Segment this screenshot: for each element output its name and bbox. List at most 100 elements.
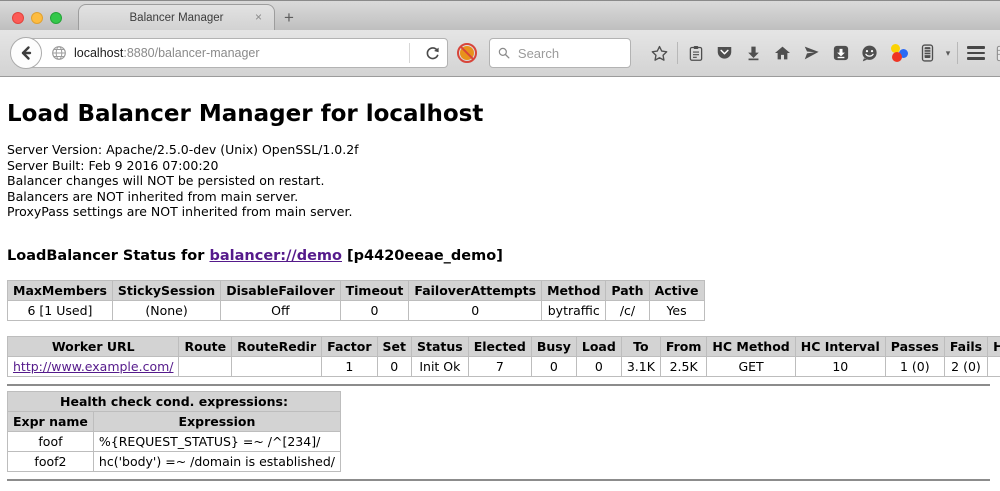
loadbalancer-status-heading: LoadBalancer Status for balancer://demo …: [7, 248, 992, 264]
back-button[interactable]: [10, 37, 42, 69]
col-fails: Fails: [944, 336, 987, 356]
bottom-divider: [7, 479, 990, 481]
search-input[interactable]: [516, 45, 622, 62]
col-expression: Expression: [93, 411, 340, 431]
col-load: Load: [576, 336, 621, 356]
health-table-row-foof2: foof2 hc('body') =~ /domain is establish…: [8, 451, 341, 471]
col-expr-name: Expr name: [8, 411, 94, 431]
col-active: Active: [649, 280, 704, 300]
col-passes: Passes: [885, 336, 944, 356]
home-icon: [773, 44, 792, 62]
cell-from: 2.5K: [660, 356, 707, 376]
col-stickysession: StickySession: [112, 280, 220, 300]
menu-button[interactable]: [961, 38, 990, 68]
worker-url-link[interactable]: http://www.example.com/: [13, 359, 173, 374]
clipboard-icon: [687, 44, 705, 63]
status-prefix: LoadBalancer Status for: [7, 248, 209, 264]
extension-dropdown-caret[interactable]: ▾: [942, 38, 954, 68]
health-table-title-row: Health check cond. expressions:: [8, 391, 341, 411]
col-elected: Elected: [468, 336, 531, 356]
three-dots-icon: [889, 43, 909, 63]
close-window-button[interactable]: [12, 12, 24, 24]
cell-expression: %{REQUEST_STATUS} =~ /^[234]/: [93, 431, 340, 451]
downloads-button[interactable]: [739, 38, 768, 68]
cell-busy: 0: [531, 356, 576, 376]
worker-table: Worker URL Route RouteRedir Factor Set S…: [7, 336, 1000, 377]
col-hc-interval: HC Interval: [795, 336, 885, 356]
tab-balancer-manager[interactable]: Balancer Manager ×: [78, 4, 275, 30]
new-tab-button[interactable]: +: [284, 8, 294, 28]
health-check-table: Health check cond. expressions: Expr nam…: [7, 391, 341, 472]
close-tab-icon[interactable]: ×: [255, 11, 262, 23]
reading-list-button[interactable]: [681, 38, 710, 68]
search-bar[interactable]: [489, 38, 631, 68]
cell-routeredir: [232, 356, 322, 376]
cell-disablefailover: Off: [221, 300, 340, 320]
persist-note-line: Balancer changes will NOT be persisted o…: [7, 173, 992, 189]
toolbar-divider: [677, 42, 678, 64]
inherit-note-line: Balancers are NOT inherited from main se…: [7, 189, 992, 205]
download-manager-button[interactable]: [826, 38, 855, 68]
worker-table-data-row: http://www.example.com/ 1 0 Init Ok 7 0 …: [8, 356, 1000, 376]
plugin-blocked-icon[interactable]: [456, 42, 478, 64]
cell-fails: 2 (0): [944, 356, 987, 376]
server-built-line: Server Built: Feb 9 2016 07:00:20: [7, 158, 992, 174]
cell-hc-interval: 10: [795, 356, 885, 376]
send-page-button[interactable]: [797, 38, 826, 68]
back-arrow-icon: [18, 45, 34, 61]
col-timeout: Timeout: [340, 280, 409, 300]
cell-method: bytraffic: [542, 300, 606, 320]
cell-expr-name: foof2: [8, 451, 94, 471]
pocket-icon: [715, 44, 734, 62]
globe-icon: [51, 45, 67, 61]
colored-dots-extension-button[interactable]: [884, 38, 913, 68]
status-suffix: [p4420eeae_demo]: [342, 248, 503, 264]
messenger-button[interactable]: [855, 38, 884, 68]
col-hc-uri: HC uri: [988, 336, 1000, 356]
col-maxmembers: MaxMembers: [8, 280, 113, 300]
sidebar-extension-button[interactable]: [990, 38, 1000, 68]
cell-set: 0: [377, 356, 411, 376]
reload-button[interactable]: [417, 46, 447, 61]
health-table-title: Health check cond. expressions:: [8, 391, 341, 411]
toolbar-divider: [957, 42, 958, 64]
balancer-demo-link[interactable]: balancer://demo: [209, 248, 342, 264]
cell-timeout: 0: [340, 300, 409, 320]
zoom-window-button[interactable]: [50, 12, 62, 24]
cell-factor: 1: [322, 356, 377, 376]
download-arrow-icon: [745, 44, 762, 62]
pocket-button[interactable]: [710, 38, 739, 68]
col-failoverattempts: FailoverAttempts: [409, 280, 542, 300]
col-method: Method: [542, 280, 606, 300]
container-extension-button[interactable]: [913, 38, 942, 68]
balancer-table-data-row: 6 [1 Used] (None) Off 0 0 bytraffic /c/ …: [8, 300, 705, 320]
tab-bar: Balancer Manager × +: [0, 0, 1000, 30]
toolbar-icons: ▾: [645, 38, 1000, 68]
balancer-table-header-row: MaxMembers StickySession DisableFailover…: [8, 280, 705, 300]
server-version-line: Server Version: Apache/2.5.0-dev (Unix) …: [7, 142, 992, 158]
url-text: localhost:8880/balancer-manager: [74, 46, 402, 60]
cell-failoverattempts: 0: [409, 300, 542, 320]
proxypass-note-line: ProxyPass settings are NOT inherited fro…: [7, 204, 992, 220]
url-path: :8880/balancer-manager: [123, 46, 259, 60]
col-factor: Factor: [322, 336, 377, 356]
cell-worker-url: http://www.example.com/: [8, 356, 179, 376]
battery-icon: [920, 43, 935, 63]
cell-expr-name: foof: [8, 431, 94, 451]
navigation-toolbar: localhost:8880/balancer-manager: [0, 30, 1000, 77]
minimize-window-button[interactable]: [31, 12, 43, 24]
col-disablefailover: DisableFailover: [221, 280, 340, 300]
search-icon: [498, 46, 510, 60]
cell-hc-uri: [988, 356, 1000, 376]
col-route: Route: [179, 336, 232, 356]
bookmark-star-button[interactable]: [645, 38, 674, 68]
balancer-table: MaxMembers StickySession DisableFailover…: [7, 280, 705, 321]
cell-elected: 7: [468, 356, 531, 376]
tab-title: Balancer Manager: [130, 12, 224, 24]
cell-stickysession: (None): [112, 300, 220, 320]
server-info: Server Version: Apache/2.5.0-dev (Unix) …: [7, 142, 992, 220]
home-button[interactable]: [768, 38, 797, 68]
url-bar[interactable]: localhost:8880/balancer-manager: [25, 38, 448, 68]
cell-to: 3.1K: [621, 356, 660, 376]
health-table-row-foof: foof %{REQUEST_STATUS} =~ /^[234]/: [8, 431, 341, 451]
